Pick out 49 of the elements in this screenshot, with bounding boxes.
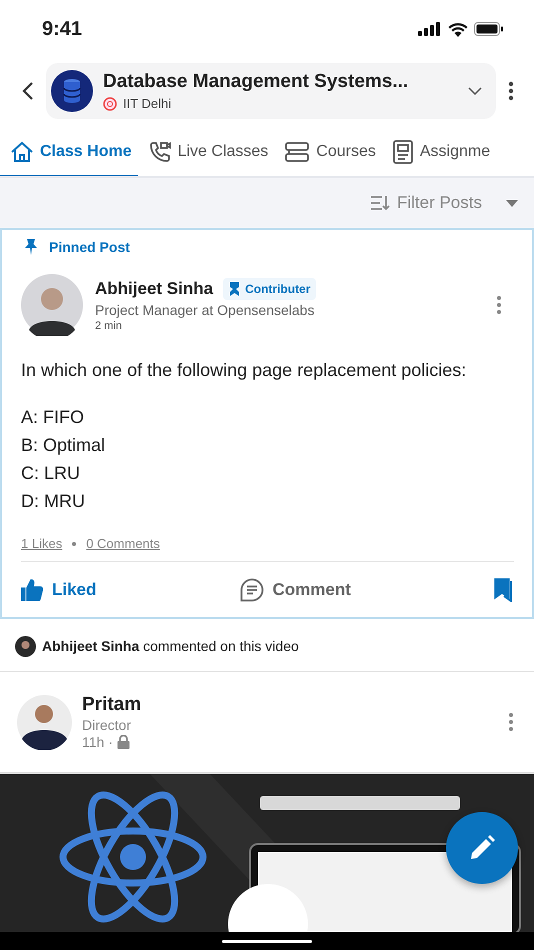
- class-title: Database Management Systems...: [103, 71, 410, 93]
- award-icon: [229, 282, 240, 296]
- dropdown-icon[interactable]: [506, 200, 518, 206]
- phone-video-icon: [148, 140, 172, 164]
- pinned-label: Pinned Post: [49, 239, 130, 255]
- answer-option: C: LRU: [21, 463, 514, 484]
- wifi-icon: [448, 22, 468, 36]
- books-icon: [284, 140, 310, 164]
- author-name[interactable]: Abhijeet Sinha: [95, 279, 214, 299]
- more-icon[interactable]: [508, 81, 514, 101]
- emblem-icon: [103, 96, 117, 110]
- answer-option: B: Optimal: [21, 435, 514, 456]
- avatar: [17, 694, 72, 750]
- pin-icon: [23, 238, 39, 256]
- institution-name: IIT Delhi: [123, 96, 172, 111]
- back-icon[interactable]: [22, 81, 34, 101]
- database-icon: [51, 70, 93, 112]
- likes-link[interactable]: 1 Likes: [21, 536, 62, 551]
- chevron-down-icon: [468, 87, 482, 95]
- answer-option: D: MRU: [21, 491, 514, 512]
- post-time: 11h ·: [82, 734, 113, 750]
- author-role: Project Manager at Opensenselabs: [95, 302, 316, 318]
- thumbs-up-icon: [21, 578, 43, 600]
- contributor-badge: Contributer: [223, 278, 316, 300]
- battery-icon: [474, 22, 504, 36]
- avatar: [21, 274, 83, 336]
- author-name[interactable]: Pritam: [82, 694, 498, 716]
- tab[interactable]: Live Classes: [138, 129, 274, 176]
- like-button[interactable]: Liked: [21, 578, 96, 600]
- home-icon: [10, 140, 34, 164]
- sort-icon: [370, 195, 390, 211]
- status-time: 9:41: [42, 18, 82, 40]
- pencil-icon: [469, 835, 495, 861]
- class-selector[interactable]: Database Management Systems... IIT Delhi: [46, 63, 496, 119]
- tab[interactable]: Assignme: [382, 129, 496, 176]
- tab[interactable]: Courses: [274, 129, 382, 176]
- bookmark-icon[interactable]: [494, 578, 514, 602]
- comment-icon: [240, 578, 264, 602]
- answer-option: A: FIFO: [21, 407, 514, 428]
- home-indicator[interactable]: [222, 940, 312, 942]
- activity-text: Abhijeet Sinha commented on this video: [42, 638, 299, 654]
- avatar: [15, 636, 36, 656]
- comment-button[interactable]: Comment: [240, 578, 351, 602]
- document-icon: [392, 140, 414, 164]
- signal-icon: [418, 22, 442, 36]
- post-question: In which one of the following page replacement policies:: [21, 360, 468, 381]
- comments-link[interactable]: 0 Comments: [86, 536, 160, 551]
- post-time: 2 min: [95, 320, 123, 332]
- author-role: Director: [82, 717, 132, 733]
